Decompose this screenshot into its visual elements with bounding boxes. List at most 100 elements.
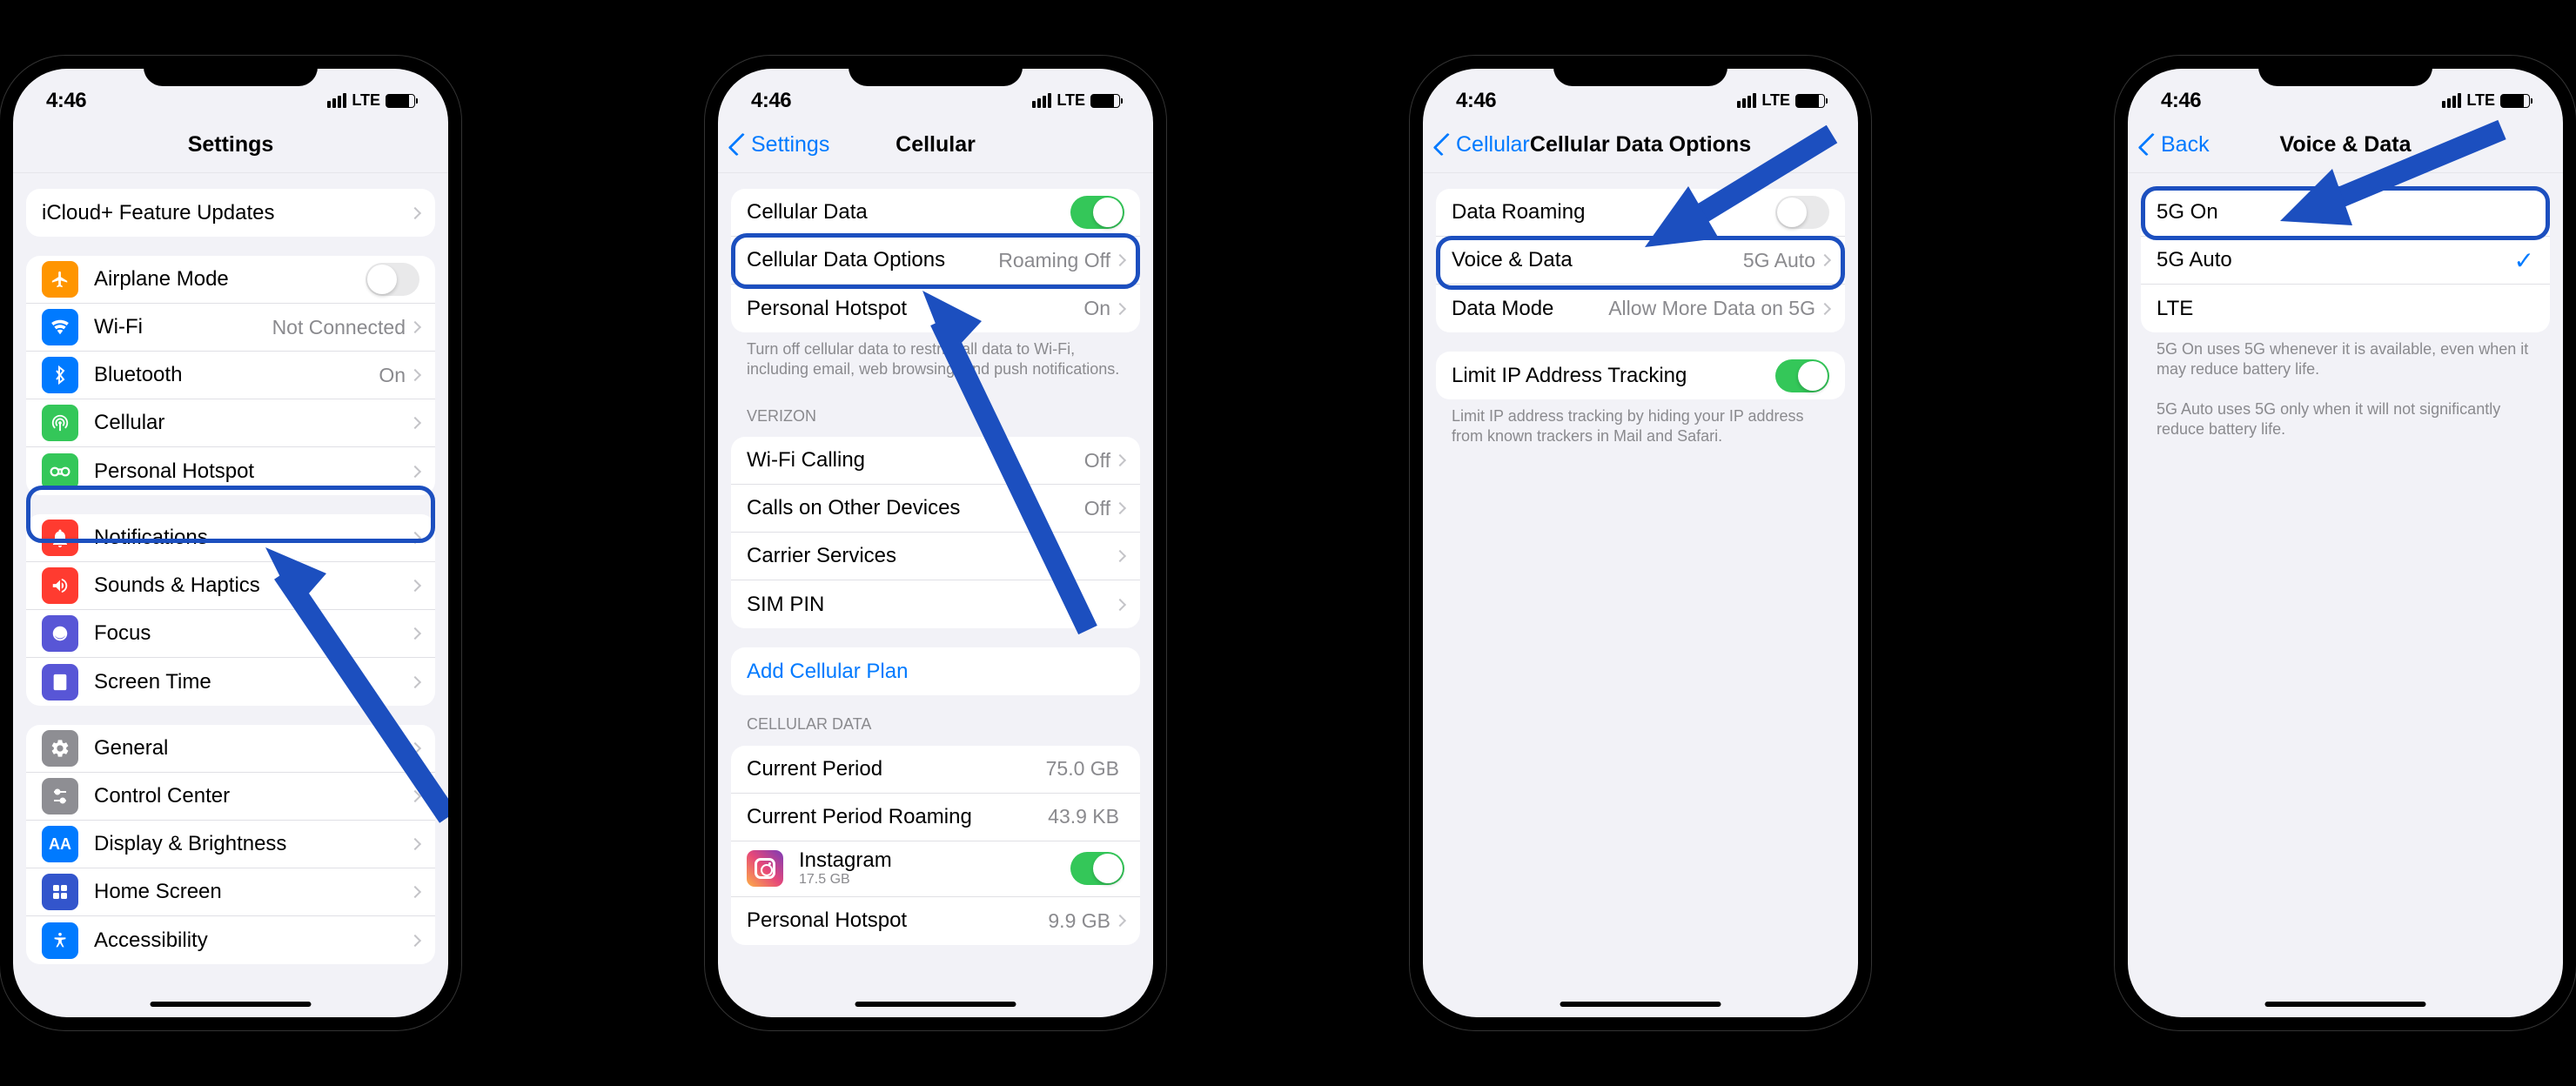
row-label: Control Center bbox=[94, 784, 411, 808]
row-personal-hotspot[interactable]: Personal Hotspot bbox=[26, 447, 435, 495]
group-network-modes: 5G On 5G Auto ✓ LTE bbox=[2141, 189, 2550, 332]
back-button[interactable]: Settings bbox=[734, 132, 829, 158]
navbar: Settings bbox=[13, 117, 448, 173]
row-data-mode[interactable]: Data Mode Allow More Data on 5G bbox=[1436, 285, 1845, 332]
chevron-icon bbox=[409, 838, 421, 850]
status-right: LTE bbox=[2442, 91, 2530, 110]
row-carrier-services[interactable]: Carrier Services bbox=[731, 533, 1140, 580]
row-lte[interactable]: LTE bbox=[2141, 285, 2550, 332]
row-hotspot-usage[interactable]: Personal Hotspot 9.9 GB bbox=[731, 897, 1140, 945]
ip-tracking-toggle[interactable] bbox=[1775, 359, 1829, 392]
content: Cellular Data Cellular Data Options Roam… bbox=[718, 173, 1153, 1017]
back-button[interactable]: Back bbox=[2143, 132, 2210, 158]
row-screen-time[interactable]: Screen Time bbox=[26, 658, 435, 706]
row-label: Data Roaming bbox=[1452, 200, 1775, 225]
row-sounds-haptics[interactable]: Sounds & Haptics bbox=[26, 562, 435, 610]
chevron-icon bbox=[1114, 454, 1126, 466]
group-carrier: Wi-Fi Calling Off Calls on Other Devices… bbox=[731, 437, 1140, 628]
row-personal-hotspot-setting[interactable]: Personal Hotspot On bbox=[731, 285, 1140, 332]
homescreen-icon bbox=[42, 874, 78, 910]
airplane-toggle[interactable] bbox=[366, 263, 419, 296]
home-indicator[interactable] bbox=[151, 1002, 312, 1007]
navbar: Cellular Cellular Data Options bbox=[1423, 117, 1858, 173]
row-notifications[interactable]: Notifications bbox=[26, 514, 435, 562]
row-label: Wi-Fi Calling bbox=[747, 448, 1084, 473]
chevron-icon bbox=[409, 206, 421, 218]
row-label: Instagram bbox=[799, 849, 1070, 872]
row-control-center[interactable]: Control Center bbox=[26, 773, 435, 821]
row-5g-on[interactable]: 5G On bbox=[2141, 189, 2550, 237]
row-voice-data[interactable]: Voice & Data 5G Auto bbox=[1436, 237, 1845, 285]
row-value: On bbox=[379, 364, 406, 387]
footer-ip-tracking: Limit IP address tracking by hiding your… bbox=[1436, 399, 1845, 454]
cellular-icon bbox=[42, 405, 78, 441]
network-label: LTE bbox=[352, 91, 380, 110]
network-label: LTE bbox=[1057, 91, 1085, 110]
status-time: 4:46 bbox=[2161, 89, 2201, 113]
row-cellular-data-options[interactable]: Cellular Data Options Roaming Off bbox=[731, 237, 1140, 285]
hotspot-icon bbox=[42, 453, 78, 490]
battery-icon bbox=[386, 94, 415, 108]
back-button[interactable]: Cellular bbox=[1439, 132, 1530, 158]
row-wifi[interactable]: Wi-Fi Not Connected bbox=[26, 304, 435, 352]
row-label: Personal Hotspot bbox=[747, 297, 1083, 321]
row-label: Home Screen bbox=[94, 880, 411, 904]
signal-icon bbox=[2442, 93, 2461, 108]
network-label: LTE bbox=[1761, 91, 1790, 110]
row-limit-ip-tracking[interactable]: Limit IP Address Tracking bbox=[1436, 352, 1845, 399]
wifi-icon bbox=[42, 309, 78, 345]
row-value: On bbox=[1083, 297, 1110, 320]
row-add-cellular-plan[interactable]: Add Cellular Plan bbox=[731, 647, 1140, 695]
row-accessibility[interactable]: Accessibility bbox=[26, 916, 435, 964]
cellular-data-toggle[interactable] bbox=[1070, 196, 1124, 229]
row-value: Allow More Data on 5G bbox=[1608, 297, 1815, 320]
row-display-brightness[interactable]: AA Display & Brightness bbox=[26, 821, 435, 868]
row-home-screen[interactable]: Home Screen bbox=[26, 868, 435, 916]
row-sim-pin[interactable]: SIM PIN bbox=[731, 580, 1140, 628]
chevron-icon bbox=[409, 934, 421, 946]
row-data-roaming[interactable]: Data Roaming bbox=[1436, 189, 1845, 237]
home-indicator[interactable] bbox=[1560, 1002, 1721, 1007]
row-airplane-mode[interactable]: Airplane Mode bbox=[26, 256, 435, 304]
notch bbox=[144, 56, 318, 86]
row-current-period[interactable]: Current Period 75.0 GB bbox=[731, 746, 1140, 794]
row-general[interactable]: General bbox=[26, 725, 435, 773]
screen-cellular: 4:46 LTE Settings Cellular Cellular Data bbox=[718, 69, 1153, 1017]
row-app-instagram[interactable]: Instagram 17.5 GB bbox=[731, 841, 1140, 897]
row-current-period-roaming[interactable]: Current Period Roaming 43.9 KB bbox=[731, 794, 1140, 841]
instagram-toggle[interactable] bbox=[1070, 852, 1124, 885]
signal-icon bbox=[1737, 93, 1756, 108]
row-value: Off bbox=[1084, 449, 1110, 473]
chevron-icon bbox=[409, 417, 421, 429]
row-bluetooth[interactable]: Bluetooth On bbox=[26, 352, 435, 399]
row-label: Add Cellular Plan bbox=[747, 660, 1124, 684]
row-label: Carrier Services bbox=[747, 544, 1116, 568]
chevron-icon bbox=[1114, 302, 1126, 314]
row-icloud-updates[interactable]: iCloud+ Feature Updates bbox=[26, 189, 435, 237]
row-label: Cellular bbox=[94, 411, 411, 435]
row-cellular-data[interactable]: Cellular Data bbox=[731, 189, 1140, 237]
chevron-icon bbox=[409, 886, 421, 898]
row-focus[interactable]: Focus bbox=[26, 610, 435, 658]
header-cellular-data: CELLULAR DATA bbox=[731, 695, 1140, 741]
row-cellular[interactable]: Cellular bbox=[26, 399, 435, 447]
general-icon bbox=[42, 730, 78, 767]
row-5g-auto[interactable]: 5G Auto ✓ bbox=[2141, 237, 2550, 285]
row-calls-other-devices[interactable]: Calls on Other Devices Off bbox=[731, 485, 1140, 533]
row-label: Personal Hotspot bbox=[94, 459, 411, 484]
row-wifi-calling[interactable]: Wi-Fi Calling Off bbox=[731, 437, 1140, 485]
chevron-icon bbox=[409, 675, 421, 687]
accessibility-icon bbox=[42, 922, 78, 959]
row-value: 43.9 KB bbox=[1048, 805, 1119, 828]
group-general: General Control Center AA Display & Brig… bbox=[26, 725, 435, 964]
screentime-icon bbox=[42, 664, 78, 701]
header-verizon: VERIZON bbox=[731, 387, 1140, 433]
chevron-icon bbox=[409, 321, 421, 333]
data-roaming-toggle[interactable] bbox=[1775, 196, 1829, 229]
page-title: Settings bbox=[188, 132, 274, 158]
group-add-plan: Add Cellular Plan bbox=[731, 647, 1140, 695]
home-indicator[interactable] bbox=[855, 1002, 1016, 1007]
home-indicator[interactable] bbox=[2265, 1002, 2426, 1007]
airplane-icon bbox=[42, 261, 78, 298]
row-label: Limit IP Address Tracking bbox=[1452, 364, 1775, 388]
